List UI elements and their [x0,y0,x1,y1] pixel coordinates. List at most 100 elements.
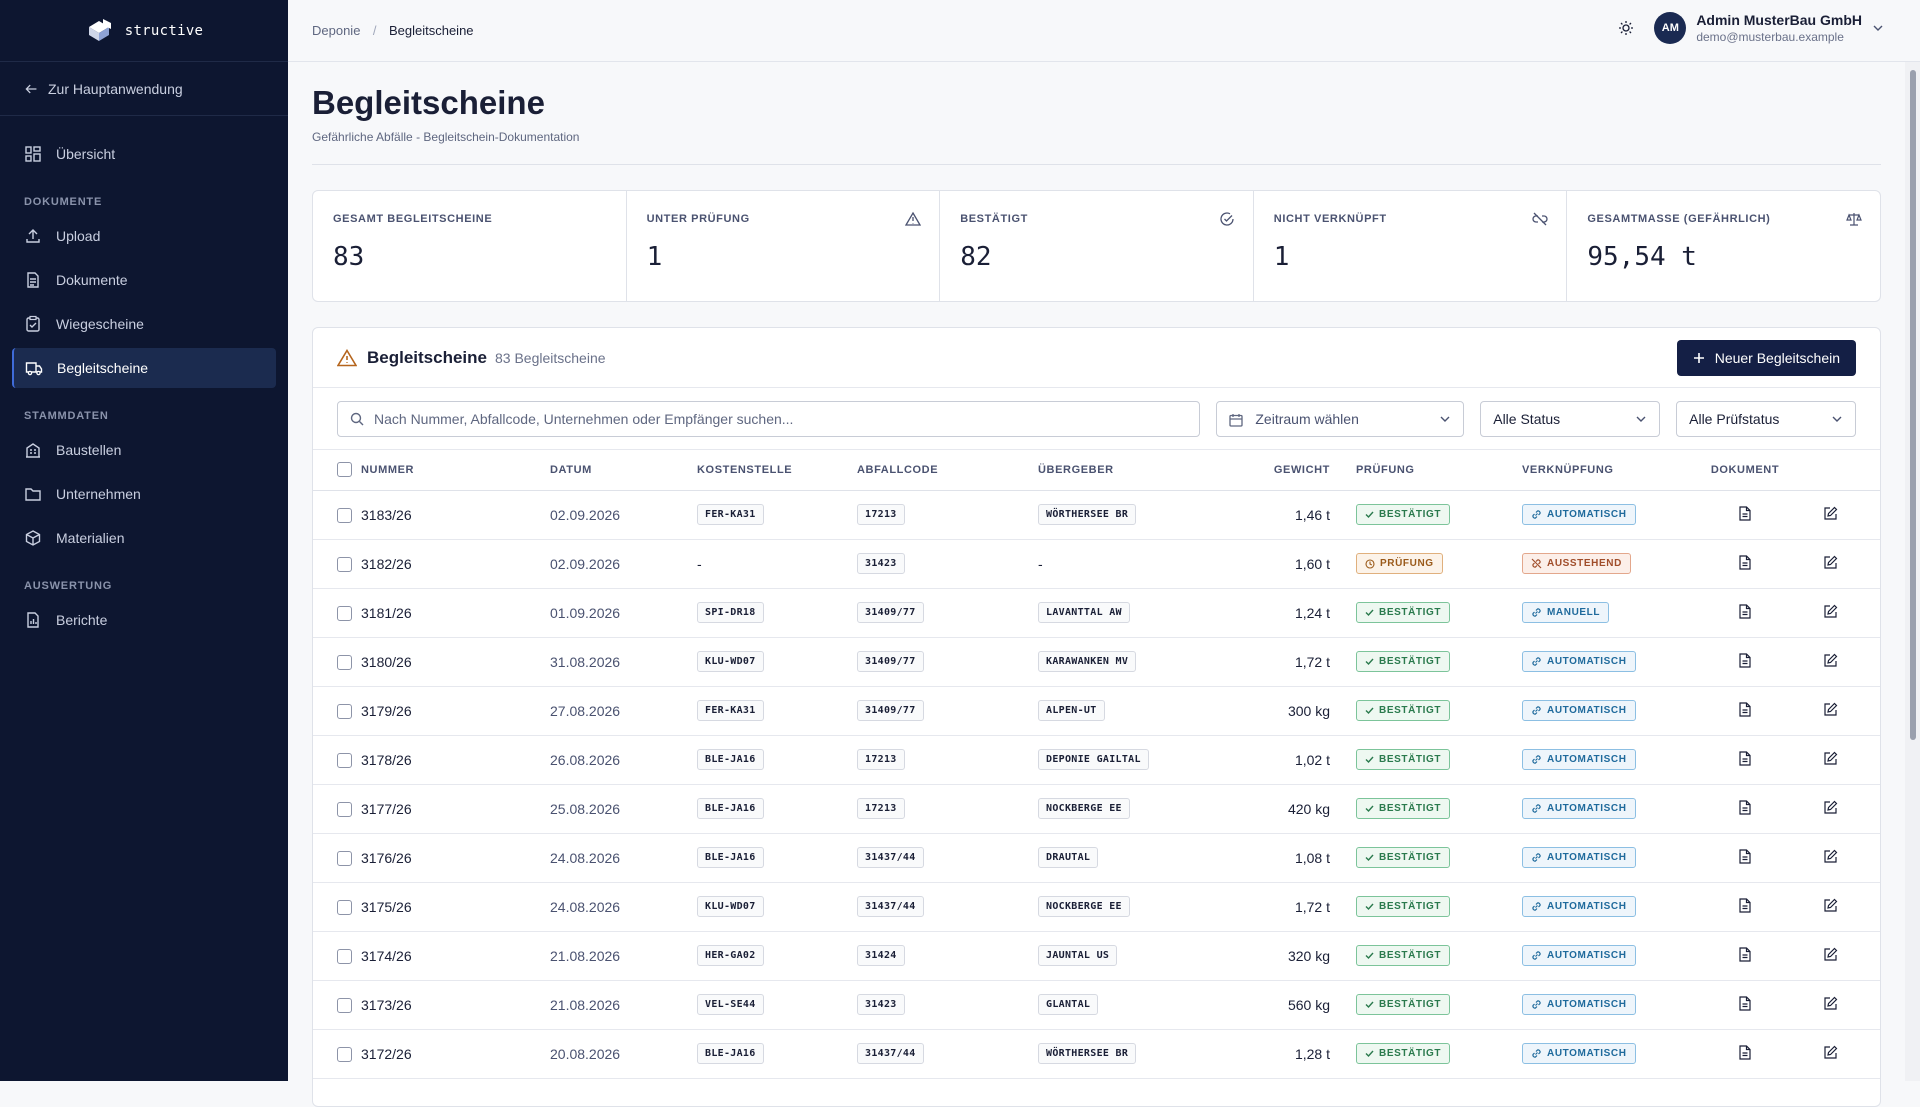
row-checkbox[interactable] [337,1046,352,1062]
edit-icon[interactable] [1823,751,1838,766]
row-checkbox[interactable] [337,507,352,523]
row-checkbox[interactable] [337,556,352,572]
edit-icon[interactable] [1823,555,1838,570]
row-checkbox[interactable] [337,899,352,915]
document-icon[interactable] [1738,799,1752,815]
sidebar-item-accompanying-slips[interactable]: Begleitscheine [12,348,276,388]
cell-nummer[interactable]: 3183/26 [361,490,550,540]
cell-nummer[interactable]: 3177/26 [361,784,550,834]
filter-bar: Zeitraum wählen Alle Status Alle Prüfsta… [313,388,1880,450]
document-icon[interactable] [1738,848,1752,864]
document-icon[interactable] [1738,946,1752,962]
user-menu[interactable]: AM Admin MusterBau GmbH demo@musterbau.e… [1654,12,1884,44]
cell-nummer[interactable]: 3182/26 [361,539,550,589]
edit-icon[interactable] [1823,898,1838,913]
table-row[interactable]: 3179/26 27.08.2026 FER-KA31 31409/77 ALPEN-U… [313,686,1880,736]
sidebar-item-companies[interactable]: Unternehmen [12,474,276,514]
sidebar-item-documents[interactable]: Dokumente [12,260,276,300]
search-input[interactable] [374,410,1174,427]
check-status-text: PRÜFUNG [1380,558,1434,569]
table-row[interactable]: 3177/26 25.08.2026 BLE-JA16 17213 NOCKBERGE … [313,784,1880,834]
select-all-checkbox[interactable] [337,462,352,478]
edit-icon[interactable] [1823,996,1838,1011]
link-status-text: AUTOMATISCH [1547,705,1627,716]
link-status-badge: AUTOMATISCH [1522,700,1636,721]
edit-icon[interactable] [1823,800,1838,815]
new-slip-button[interactable]: Neuer Begleitschein [1676,340,1856,376]
cell-nummer[interactable]: 3176/26 [361,833,550,883]
cell-nummer[interactable]: 3178/26 [361,735,550,785]
cell-nummer[interactable]: 3175/26 [361,882,550,932]
table-row[interactable]: 3172/26 20.08.2026 BLE-JA16 31437/44 WÖRTHER… [313,1029,1880,1079]
table-row[interactable]: 3183/26 02.09.2026 FER-KA31 17213 WÖRTHERSEE… [313,490,1880,540]
row-checkbox[interactable] [337,801,352,817]
table-row[interactable]: 3174/26 21.08.2026 HER-GA02 31424 JAUNTAL US… [313,931,1880,981]
cell-nummer[interactable]: 3180/26 [361,637,550,687]
document-icon[interactable] [1738,652,1752,668]
check-status-select[interactable]: Alle Prüfstatus [1676,400,1857,437]
col-abfallcode[interactable]: ABFALLCODE [857,450,1038,491]
handover-tag: DRAUTAL [1038,847,1099,868]
document-icon[interactable] [1738,1044,1752,1060]
col-verknuepfung[interactable]: VERKNÜPFUNG [1522,450,1710,491]
edit-icon[interactable] [1823,506,1838,521]
col-uebergeber[interactable]: ÜBERGEBER [1038,450,1238,491]
table-row[interactable]: 3175/26 24.08.2026 KLU-WD07 31437/44 NOCKBER… [313,882,1880,932]
document-icon[interactable] [1738,603,1752,619]
document-icon[interactable] [1738,701,1752,717]
row-checkbox[interactable] [337,654,352,670]
edit-icon[interactable] [1823,702,1838,717]
sidebar-item-upload[interactable]: Upload [12,216,276,256]
status-select[interactable]: Alle Status [1480,400,1661,437]
row-checkbox[interactable] [337,752,352,768]
col-pruefung[interactable]: PRÜFUNG [1356,450,1522,491]
cell-nummer[interactable]: 3172/26 [361,1029,550,1079]
cell-nummer[interactable]: 3181/26 [361,588,550,638]
table-row[interactable]: 3181/26 01.09.2026 SPI-DR18 31409/77 LAVANTT… [313,588,1880,638]
sidebar-item-sites[interactable]: Baustellen [12,430,276,470]
sidebar-item-materials[interactable]: Materialien [12,518,276,558]
row-checkbox[interactable] [337,997,352,1013]
col-kostenstelle[interactable]: KOSTENSTELLE [697,450,857,491]
col-datum[interactable]: DATUM [550,450,697,491]
cell-nummer[interactable]: 3179/26 [361,686,550,736]
edit-icon[interactable] [1823,653,1838,668]
sidebar-item-weighing-slips[interactable]: Wiegescheine [12,304,276,344]
row-checkbox[interactable] [337,703,352,719]
edit-icon[interactable] [1823,947,1838,962]
col-nummer[interactable]: NUMMER [361,450,550,491]
col-gewicht[interactable]: GEWICHT [1238,450,1356,491]
breadcrumb-parent[interactable]: Deponie [312,23,360,38]
table-row[interactable]: 3176/26 24.08.2026 BLE-JA16 31437/44 DRAUTAL… [313,833,1880,883]
row-checkbox[interactable] [337,605,352,621]
cell-nummer[interactable]: 3173/26 [361,980,550,1030]
cell-nummer[interactable]: 3174/26 [361,931,550,981]
sidebar-item-reports[interactable]: Berichte [12,600,276,640]
edit-icon[interactable] [1823,1045,1838,1060]
document-icon[interactable] [1738,505,1752,521]
row-checkbox[interactable] [337,850,352,866]
link-status-badge: AUTOMATISCH [1522,798,1636,819]
sidebar-item-overview[interactable]: Übersicht [12,134,276,174]
table-row[interactable]: 3173/26 21.08.2026 VEL-SE44 31423 GLANTAL 560… [313,980,1880,1030]
cell-datum: 21.08.2026 [550,931,697,981]
edit-icon[interactable] [1823,849,1838,864]
period-select[interactable]: Zeitraum wählen [1216,400,1465,437]
edit-icon[interactable] [1823,604,1838,619]
table-row[interactable]: 3180/26 31.08.2026 KLU-WD07 31409/77 KARAWAN… [313,637,1880,687]
brand[interactable]: structive [0,0,288,62]
waste-code-tag: 31437/44 [857,896,924,917]
sun-icon[interactable] [1618,20,1634,36]
document-icon[interactable] [1738,897,1752,913]
row-checkbox[interactable] [337,948,352,964]
document-icon[interactable] [1738,750,1752,766]
scrollbar[interactable] [1905,62,1920,1081]
document-icon[interactable] [1738,554,1752,570]
table-row[interactable]: 3178/26 26.08.2026 BLE-JA16 17213 DEPONIE GA… [313,735,1880,785]
page-title: Begleitscheine [312,84,545,121]
table-row[interactable]: 3182/26 02.09.2026-31423-1,60 t PRÜFUNG AUS… [313,539,1880,589]
document-icon[interactable] [1738,995,1752,1011]
scrollbar-thumb[interactable] [1910,70,1916,740]
back-to-main-link[interactable]: Zur Hauptanwendung [0,62,288,116]
cell-verknuepfung: AUTOMATISCH [1522,686,1710,736]
